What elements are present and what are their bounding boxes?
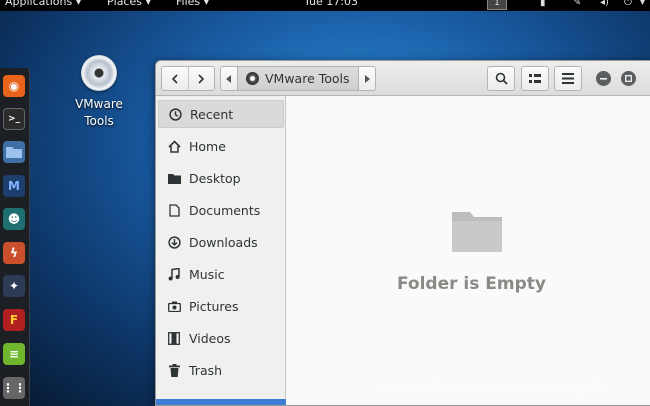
workspace-indicator[interactable]: 1 bbox=[487, 0, 507, 10]
triangle-left-icon bbox=[226, 74, 231, 83]
sidebar-item-home[interactable]: Home bbox=[158, 132, 284, 160]
desktop-icon-label: VMware Tools bbox=[75, 97, 123, 128]
clock[interactable]: Tue 17:03 bbox=[304, 0, 358, 8]
files-icon[interactable] bbox=[3, 141, 25, 163]
clock-icon bbox=[168, 107, 182, 121]
folder-icon bbox=[167, 171, 181, 185]
view-toggle-button[interactable] bbox=[521, 66, 549, 91]
tools-icon[interactable]: ✎ bbox=[573, 0, 581, 8]
top-bar: Applications ▾ Places ▾ Files ▾ Tue 17:0… bbox=[0, 0, 650, 11]
trash-icon bbox=[167, 363, 181, 377]
terminal-icon[interactable]: >_ bbox=[3, 108, 25, 130]
film-icon bbox=[167, 331, 181, 345]
maximize-icon bbox=[625, 75, 632, 82]
maximize-button[interactable] bbox=[621, 71, 636, 86]
breadcrumb-label: VMware Tools bbox=[265, 71, 350, 86]
desktop-icon-vmware-tools[interactable]: VMware Tools bbox=[66, 55, 132, 130]
forward-button[interactable] bbox=[187, 67, 215, 90]
sidebar-item-downloads[interactable]: Downloads bbox=[158, 228, 284, 256]
disc-icon bbox=[246, 72, 259, 85]
sidebar: Recent Home Desktop Documents Downloads bbox=[156, 96, 286, 405]
chevron-right-icon bbox=[198, 73, 205, 84]
leafpad-icon[interactable]: ≡ bbox=[3, 343, 25, 365]
empty-folder-icon bbox=[452, 212, 502, 252]
sidebar-selection-highlight bbox=[156, 399, 286, 405]
breadcrumb[interactable]: VMware Tools bbox=[237, 67, 359, 90]
path-bar: VMware Tools bbox=[220, 66, 376, 91]
navigation-buttons bbox=[161, 66, 215, 91]
places-menu[interactable]: Places ▾ bbox=[107, 0, 151, 8]
menu-button[interactable] bbox=[554, 66, 582, 91]
file-view[interactable]: Folder is Empty bbox=[287, 96, 650, 405]
show-apps-icon[interactable]: ⋮⋮ bbox=[2, 377, 26, 399]
minimize-button[interactable] bbox=[596, 71, 611, 86]
applications-menu[interactable]: Applications ▾ bbox=[5, 0, 81, 8]
watermark: https://blog.csdn.net/yumengzth bbox=[380, 380, 604, 394]
sidebar-item-recent[interactable]: Recent bbox=[158, 100, 284, 128]
hamburger-icon bbox=[562, 73, 574, 84]
document-icon bbox=[167, 203, 181, 217]
armitage-icon[interactable]: ☻ bbox=[3, 208, 25, 230]
music-icon bbox=[167, 267, 181, 281]
sidebar-item-desktop[interactable]: Desktop bbox=[158, 164, 284, 192]
sidebar-item-documents[interactable]: Documents bbox=[158, 196, 284, 224]
sidebar-item-pictures[interactable]: Pictures bbox=[158, 292, 284, 320]
list-view-icon bbox=[529, 73, 541, 83]
burpsuite-icon[interactable]: ϟ bbox=[3, 242, 25, 264]
sidebar-item-music[interactable]: Music bbox=[158, 260, 284, 288]
power-icon[interactable]: ⏻ bbox=[624, 0, 632, 8]
empty-folder-message: Folder is Empty bbox=[397, 274, 546, 294]
download-icon bbox=[167, 235, 181, 249]
metasploit-icon[interactable]: M bbox=[3, 175, 25, 197]
dock: ◉ >_ M ☻ ϟ ✦ F ≡ ⋮⋮ bbox=[0, 68, 30, 406]
volume-icon[interactable]: ◂) bbox=[600, 0, 609, 8]
path-scroll-right-button[interactable] bbox=[359, 67, 375, 90]
camera-icon bbox=[167, 299, 181, 313]
chevron-left-icon bbox=[171, 73, 178, 84]
network-icon[interactable]: ▮ bbox=[540, 0, 546, 8]
sidebar-item-videos[interactable]: Videos bbox=[158, 324, 284, 352]
file-manager-window: VMware Tools Recent Home Desktop Documen… bbox=[155, 60, 650, 406]
home-icon bbox=[167, 139, 181, 153]
header-bar: VMware Tools bbox=[156, 61, 650, 96]
search-button[interactable] bbox=[487, 66, 515, 91]
triangle-right-icon bbox=[365, 74, 370, 83]
search-icon bbox=[495, 72, 508, 85]
sidebar-item-trash[interactable]: Trash bbox=[158, 356, 284, 384]
minimize-icon bbox=[600, 78, 607, 80]
firefox-icon[interactable]: ◉ bbox=[3, 75, 25, 97]
back-button[interactable] bbox=[162, 67, 188, 90]
maltego-icon[interactable]: ✦ bbox=[3, 275, 25, 297]
faraday-icon[interactable]: F bbox=[3, 309, 25, 331]
chevron-down-icon[interactable]: ▾ bbox=[640, 0, 645, 8]
path-scroll-left-button[interactable] bbox=[221, 67, 237, 90]
files-menu[interactable]: Files ▾ bbox=[176, 0, 209, 8]
disc-icon bbox=[81, 55, 117, 91]
